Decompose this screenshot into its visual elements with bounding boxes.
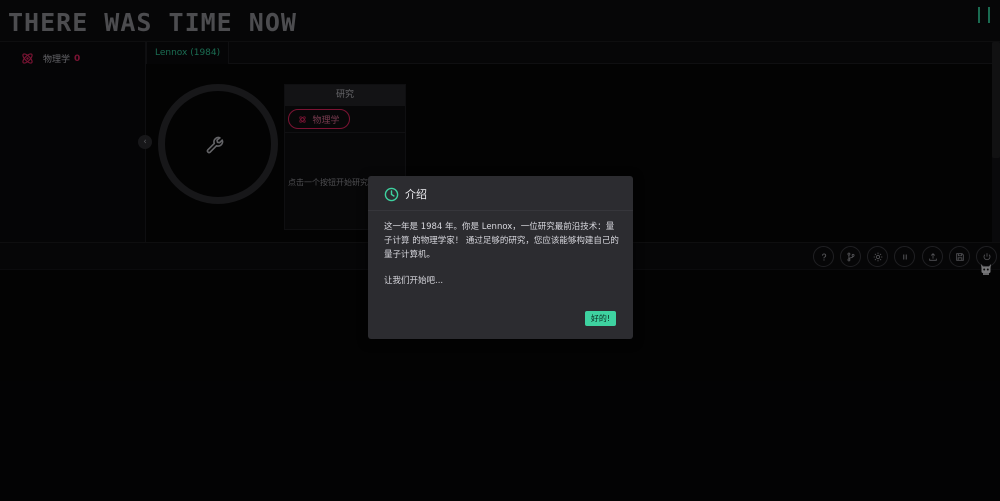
divider — [368, 210, 633, 211]
dialog-title: 介绍 — [405, 188, 427, 201]
ok-button[interactable]: 好的! — [585, 311, 616, 326]
clock-icon — [384, 187, 399, 201]
dialog-header: 介绍 — [384, 186, 427, 202]
dialog-paragraph: 让我们开始吧... — [384, 276, 444, 286]
dialog-body: 这一年是 1984 年。你是 Lennox，一位研究最前沿技术：量子计算 的物理… — [384, 220, 620, 288]
game-window: THERE WAS TIME NOW 物理学 0 Lennox (1984) ‹… — [0, 0, 1000, 501]
dialog-paragraph: 这一年是 1984 年。你是 Lennox，一位研究最前沿技术：量子计算 的物理… — [384, 222, 619, 260]
